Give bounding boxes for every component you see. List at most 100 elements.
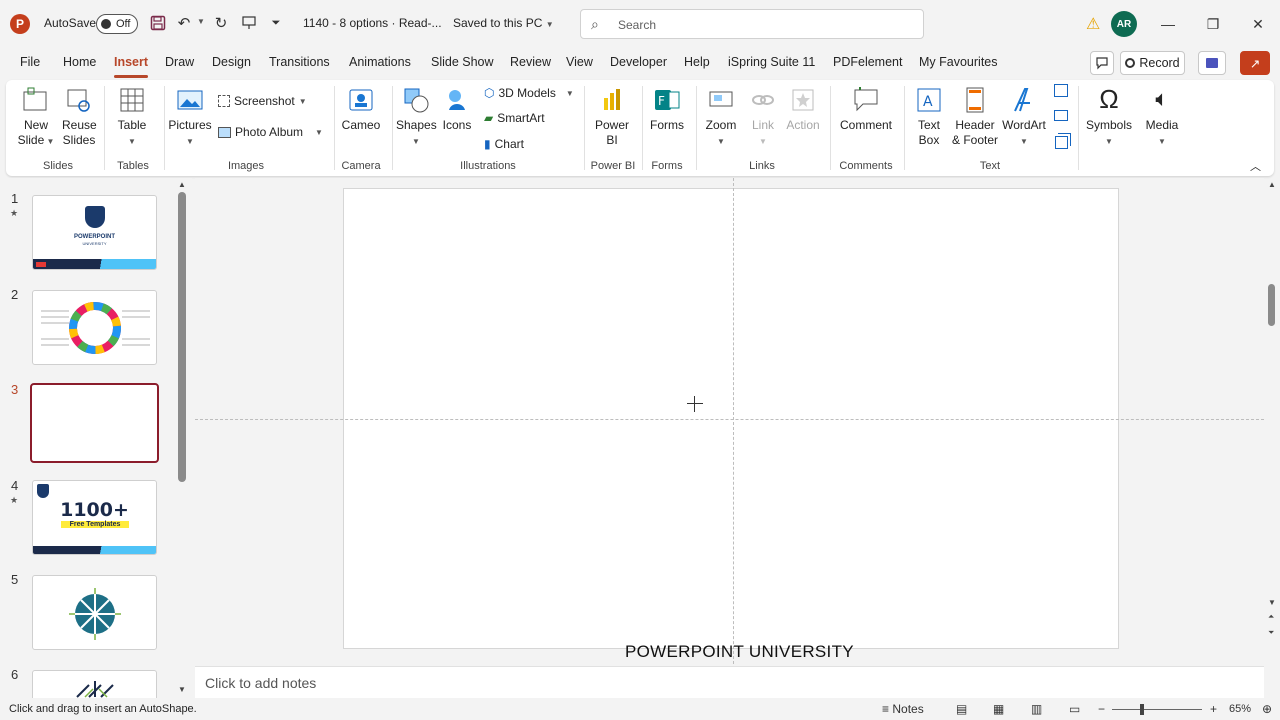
tab-help[interactable]: Help: [684, 55, 710, 69]
tab-home[interactable]: Home: [63, 55, 96, 69]
document-title[interactable]: 1140 - 8 options · Read-...: [303, 16, 442, 30]
object-button[interactable]: [1052, 136, 1070, 153]
cube-icon: ⬡: [484, 86, 495, 100]
slide-thumbnail-5[interactable]: [32, 575, 157, 650]
customize-qat-icon[interactable]: ⏷: [266, 13, 286, 33]
slide-sorter-icon[interactable]: ▦: [993, 702, 1004, 716]
warning-icon[interactable]: ⚠: [1086, 14, 1100, 34]
icons-button[interactable]: Icons: [438, 86, 476, 133]
record-icon: [1125, 58, 1136, 68]
comment-button[interactable]: Comment: [836, 86, 896, 133]
chart-button[interactable]: ▮ Chart: [484, 137, 524, 151]
header-footer-label: Header & Footer: [951, 118, 999, 147]
notes-toggle-button[interactable]: ≡ Notes: [882, 702, 924, 716]
3d-models-button[interactable]: ⬡ 3D Models ▼: [484, 86, 574, 100]
restore-icon[interactable]: ❐: [1201, 12, 1225, 36]
search-box[interactable]: ⌕ Search: [580, 9, 924, 39]
symbols-button[interactable]: Ω Symbols ▼: [1084, 84, 1134, 149]
next-slide-icon[interactable]: ⏷: [1268, 628, 1274, 638]
action-icon: [792, 89, 814, 111]
date-time-icon: [1054, 84, 1068, 97]
pictures-icon: [177, 90, 203, 110]
shapes-button[interactable]: Shapes ▼: [396, 86, 437, 149]
new-slide-button[interactable]: New Slide ▼: [12, 86, 60, 149]
thumb-number: 2: [11, 287, 19, 302]
tab-pdfelement[interactable]: PDFelement: [833, 55, 902, 69]
autosave-state: Off: [116, 18, 131, 30]
wordart-button[interactable]: WordArt ▼: [1002, 86, 1046, 149]
power-bi-button[interactable]: Power BI: [590, 86, 634, 148]
tab-developer[interactable]: Developer: [610, 55, 667, 69]
notes-pane[interactable]: Click to add notes: [195, 666, 1264, 698]
record-button[interactable]: Record: [1120, 51, 1185, 75]
smartart-button[interactable]: ▰ SmartArt: [484, 111, 545, 125]
zoom-slider-thumb[interactable]: [1140, 704, 1144, 715]
reuse-slides-button[interactable]: Reuse Slides: [62, 86, 97, 148]
tab-draw[interactable]: Draw: [165, 55, 194, 69]
tab-view[interactable]: View: [566, 55, 593, 69]
date-time-button[interactable]: [1052, 84, 1070, 101]
slide-thumbnail-1[interactable]: POWERPOINT UNIVERSITY: [32, 195, 157, 270]
photo-album-button[interactable]: Photo Album ▼: [218, 125, 323, 139]
avatar[interactable]: AR: [1111, 11, 1137, 37]
slide-thumbnail-4[interactable]: 1100+ Free Templates: [32, 480, 157, 555]
slide-number-button[interactable]: [1052, 110, 1070, 125]
zoom-slider-track[interactable]: [1112, 709, 1202, 710]
present-teams-icon[interactable]: [1198, 51, 1226, 75]
zoom-in-icon[interactable]: +: [1210, 702, 1217, 716]
comments-pane-icon[interactable]: [1090, 51, 1114, 75]
thumbs-scroll-up-icon[interactable]: ▲: [178, 180, 186, 189]
thumbs-scrollbar[interactable]: [178, 192, 186, 482]
previous-slide-icon[interactable]: ⏶: [1268, 612, 1274, 622]
tab-my-favourites[interactable]: My Favourites: [919, 55, 998, 69]
chart-icon: ▮: [484, 137, 491, 151]
undo-icon[interactable]: ↶: [174, 13, 194, 33]
cameo-button[interactable]: Cameo: [340, 86, 382, 133]
slide-thumbnail-3[interactable]: [30, 383, 159, 463]
text-box-button[interactable]: A Text Box: [910, 86, 948, 148]
screenshot-button[interactable]: Screenshot ▼: [218, 94, 307, 108]
share-icon[interactable]: ↗: [1240, 51, 1270, 75]
redo-icon[interactable]: ↻: [211, 13, 231, 33]
tab-animations[interactable]: Animations: [349, 55, 411, 69]
tab-file[interactable]: File: [20, 55, 40, 69]
horizontal-guide[interactable]: [195, 419, 1264, 420]
slide-thumbnail-6[interactable]: [32, 670, 157, 698]
pictures-button[interactable]: Pictures ▼: [168, 86, 212, 149]
vertical-guide[interactable]: [733, 178, 734, 664]
tab-slide-show[interactable]: Slide Show: [431, 55, 494, 69]
zoom-out-icon[interactable]: −: [1098, 702, 1105, 716]
forms-button[interactable]: F Forms: [646, 86, 688, 133]
tab-review[interactable]: Review: [510, 55, 551, 69]
normal-view-icon[interactable]: ▤: [956, 702, 967, 716]
slide-thumbnail-2[interactable]: [32, 290, 157, 365]
thumbs-scroll-down-icon[interactable]: ▼: [178, 685, 186, 694]
slide-show-icon[interactable]: ▭: [1069, 702, 1080, 716]
present-icon[interactable]: [239, 13, 259, 33]
table-button[interactable]: Table ▼: [112, 86, 152, 149]
saved-status[interactable]: Saved to this PC ▼: [453, 16, 554, 30]
group-label-comments: Comments: [839, 160, 893, 172]
link-button[interactable]: Link ▼: [746, 86, 780, 149]
action-button[interactable]: Action: [784, 86, 822, 133]
fit-to-window-icon[interactable]: ⊕: [1262, 702, 1272, 716]
close-icon[interactable]: ✕: [1246, 12, 1270, 36]
tab-transitions[interactable]: Transitions: [269, 55, 330, 69]
media-label: Media: [1145, 118, 1179, 132]
canvas-scrollbar[interactable]: [1268, 284, 1275, 326]
canvas-scroll-up-icon[interactable]: ▲: [1268, 180, 1276, 189]
media-button[interactable]: 🔈︎ Media ▼: [1140, 84, 1184, 149]
zoom-level[interactable]: 65%: [1229, 703, 1251, 715]
canvas-scroll-down-icon[interactable]: ▼: [1268, 598, 1276, 607]
tab-insert[interactable]: Insert: [114, 55, 149, 78]
reading-view-icon[interactable]: ▥: [1031, 702, 1042, 716]
autosave-toggle[interactable]: Off: [96, 14, 138, 34]
save-icon[interactable]: [148, 13, 168, 33]
tab-design[interactable]: Design: [212, 55, 251, 69]
header-footer-button[interactable]: Header & Footer: [950, 86, 1000, 148]
minimize-icon[interactable]: —: [1156, 12, 1180, 36]
zoom-button[interactable]: Zoom ▼: [702, 86, 740, 149]
collapse-ribbon-icon[interactable]: ︿: [1250, 158, 1261, 174]
undo-dropdown-icon[interactable]: ▼: [197, 17, 205, 26]
tab-ispring[interactable]: iSpring Suite 11: [728, 55, 815, 69]
